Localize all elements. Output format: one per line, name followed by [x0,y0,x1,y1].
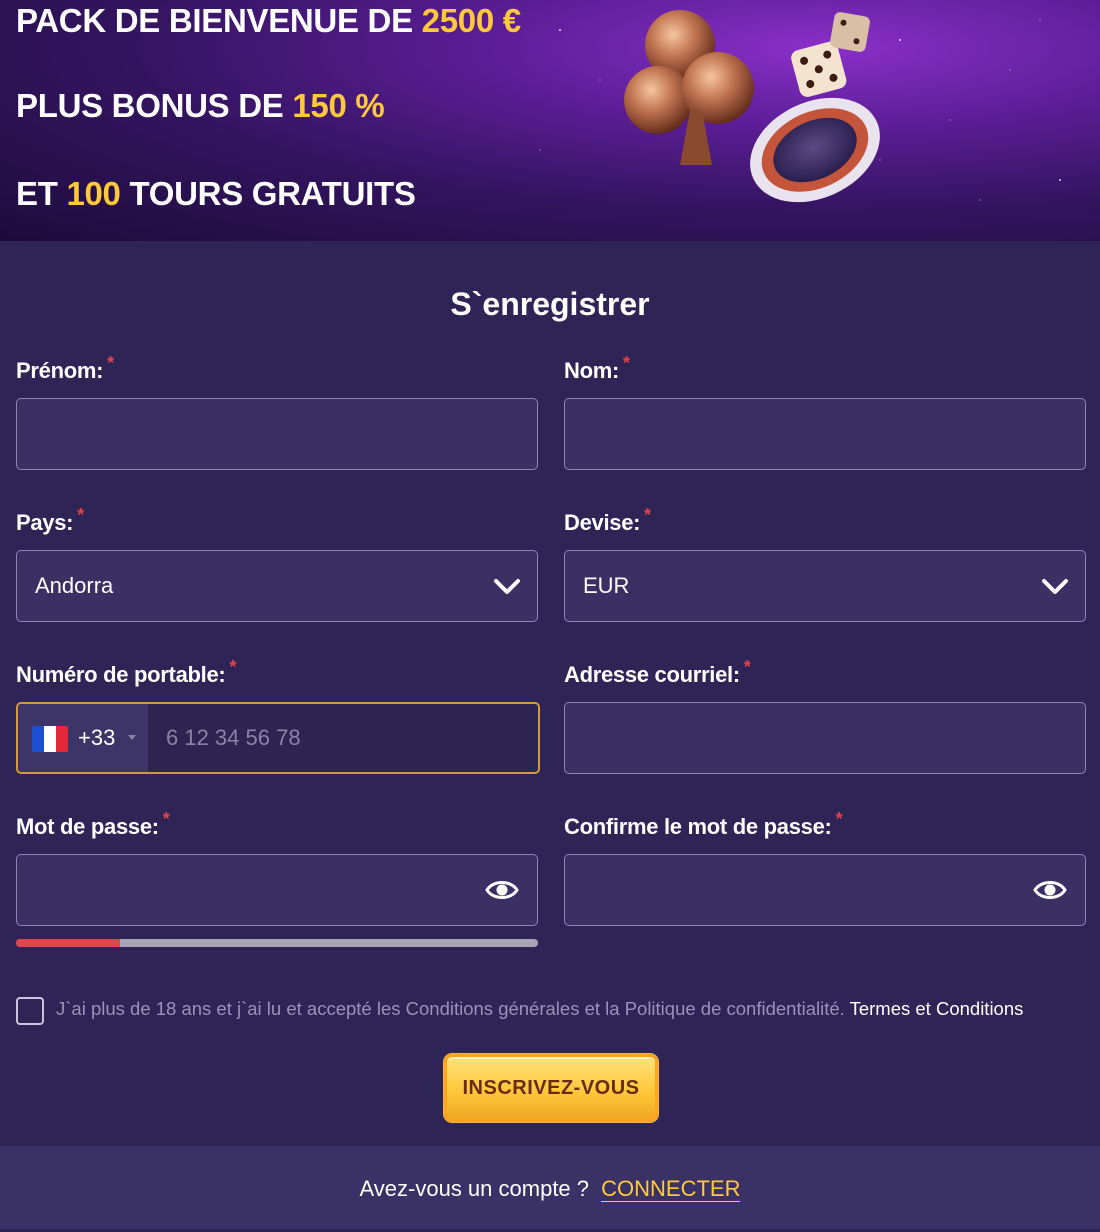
eye-icon[interactable] [485,876,519,904]
terms-text: J`ai plus de 18 ans et j`ai lu et accept… [56,998,845,1019]
dice-small [830,12,870,52]
email-input[interactable] [565,703,1085,773]
register-button[interactable]: INSCRIVEZ-VOUS [444,1054,658,1122]
email-field: Adresse courriel: * [564,657,1086,774]
phone-field: Numéro de portable: * +33 [16,657,668,774]
first-name-field: Prénom: * [16,353,538,470]
confirm-password-label-text: Confirme le mot de passe: [564,814,832,839]
country-label-text: Pays: [16,510,74,535]
country-code-selector[interactable]: +33 [18,704,148,772]
required-mark: * [229,657,237,677]
last-name-label: Nom: * [564,353,1086,398]
first-name-input-box [16,398,538,470]
last-name-field: Nom: * [564,353,1086,470]
phone-input-box: +33 [16,702,668,774]
footer-text: Avez-vous un compte ? [359,1176,590,1201]
banner-highlight-percent: 150 % [292,87,385,124]
banner-text: ET [16,175,58,212]
last-name-input-box [564,398,1086,470]
password-input-box [16,854,538,926]
first-name-label-text: Prénom: [16,358,104,383]
welcome-banner: PACK DE BIENVENUE DE 2500 € PLUS BONUS D… [0,0,1100,241]
france-flag-icon [32,726,68,752]
password-label: Mot de passe: * [16,809,538,854]
last-name-label-text: Nom: [564,358,620,383]
terms-row: J`ai plus de 18 ans et j`ai lu et accept… [16,994,1096,1028]
currency-field: Devise: * EUR [564,505,1086,622]
required-mark: * [162,809,170,829]
club-leaf-left [624,66,692,134]
currency-label-text: Devise: [564,510,641,535]
banner-text: PLUS BONUS DE [16,87,284,124]
confirm-password-field: Confirme le mot de passe: * [564,809,1086,926]
required-mark: * [835,809,843,829]
confirm-password-input[interactable] [565,855,1085,925]
banner-text: PACK DE BIENVENUE DE [16,2,413,39]
phone-label: Numéro de portable: * [16,657,538,702]
banner-line-free-spins: ET 100 TOURS GRATUITS [16,175,416,213]
password-strength-meter [16,939,538,947]
chevron-down-icon [1042,579,1068,594]
country-select[interactable]: Andorra [16,550,538,622]
password-strength-fill [16,939,121,947]
currency-selected-value: EUR [583,573,630,598]
confirm-password-input-box [564,854,1086,926]
required-mark: * [623,353,630,373]
phone-label-text: Numéro de portable: [16,662,226,687]
required-mark: * [743,657,751,677]
required-mark: * [77,505,84,525]
currency-label: Devise: * [564,505,1086,550]
currency-select[interactable]: EUR [564,550,1086,622]
country-selected-value: Andorra [35,573,114,598]
banner-highlight-spins: 100 [66,175,121,212]
required-mark: * [107,353,114,373]
caret-down-icon [128,735,136,740]
terms-conditions-link[interactable]: Termes et Conditions [850,998,1024,1019]
eye-icon[interactable] [1033,876,1067,904]
password-field: Mot de passe: * [16,809,538,926]
terms-text-container: J`ai plus de 18 ans et j`ai lu et accept… [56,994,1023,1024]
required-mark: * [644,505,651,525]
banner-line-welcome-pack: PACK DE BIENVENUE DE 2500 € [16,2,521,40]
first-name-input[interactable] [17,399,537,469]
dice-large [791,41,847,97]
form-title: S`enregistrer [450,286,650,322]
email-label-text: Adresse courriel: [564,662,740,687]
password-input[interactable] [17,855,537,925]
email-input-box [564,702,1086,774]
terms-checkbox[interactable] [16,997,44,1025]
confirm-password-label: Confirme le mot de passe: * [564,809,1086,854]
banner-line-bonus: PLUS BONUS DE 150 % [16,87,385,125]
last-name-input[interactable] [565,399,1085,469]
banner-text: TOURS GRATUITS [129,175,416,212]
banner-highlight-amount: 2500 € [421,2,521,39]
email-label: Adresse courriel: * [564,657,1086,702]
country-field: Pays: * Andorra [16,505,538,622]
country-code: +33 [78,725,116,750]
login-footer: Avez-vous un compte ? CONNECTER [0,1146,1100,1229]
password-label-text: Mot de passe: [16,814,159,839]
login-link[interactable]: CONNECTER [601,1176,741,1202]
chevron-down-icon [494,579,520,594]
country-label: Pays: * [16,505,538,550]
casino-club-chip-dice-illustration [624,10,880,203]
first-name-label: Prénom: * [16,353,538,398]
